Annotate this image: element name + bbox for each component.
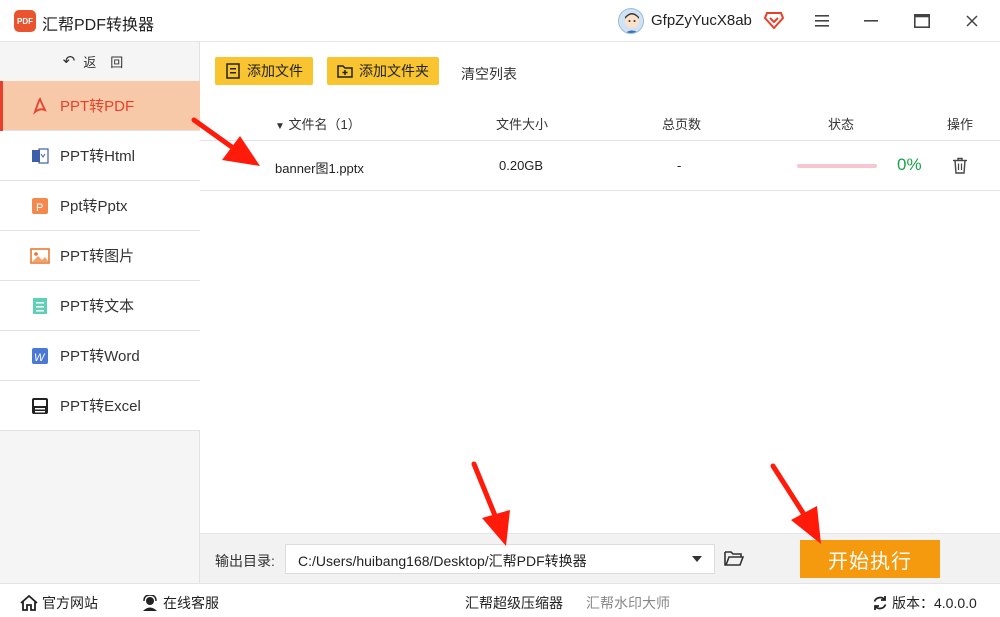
svg-text:P: P (36, 202, 43, 214)
sidebar-item-label: PPT转文本 (60, 298, 135, 315)
sidebar-item-label: Ppt转Pptx (60, 198, 128, 215)
sidebar-item-ppt-to-pptx[interactable]: P Ppt转Pptx (0, 181, 200, 231)
watermark-link[interactable]: 汇帮水印大师 (586, 593, 670, 613)
avatar[interactable] (618, 8, 644, 34)
sidebar-item-ppt-to-excel[interactable]: PPT转Excel (0, 381, 200, 431)
page-count-cell: - (677, 158, 682, 173)
output-bar: 输出目录: C:/Users/huibang168/Desktop/汇帮PDF转… (200, 533, 1000, 583)
sidebar-item-ppt-to-html[interactable]: PPT转Html (0, 131, 200, 181)
pdf-icon (30, 96, 50, 116)
maximize-button[interactable] (907, 6, 937, 36)
progress-bar (797, 164, 877, 168)
add-file-button[interactable]: 添加文件 (215, 57, 313, 85)
annotation-arrow-icon (770, 463, 821, 544)
close-button[interactable] (957, 6, 987, 36)
menu-button[interactable] (807, 6, 837, 36)
sort-caret-icon: ▼ (275, 121, 285, 132)
sidebar-item-label: PPT转Word (60, 348, 140, 365)
back-button[interactable]: ↶ 返回 (0, 42, 200, 80)
sidebar-item-label: PPT转图片 (60, 248, 135, 265)
column-header-action: 操作 (947, 117, 974, 132)
column-header-name[interactable]: ▼ 文件名（1） (275, 114, 361, 133)
app-title: 汇帮PDF转换器 (42, 17, 155, 34)
sidebar-item-ppt-to-word[interactable]: W PPT转Word (0, 331, 200, 381)
minimize-button[interactable] (856, 6, 886, 36)
refresh-icon (873, 596, 887, 610)
app-logo-icon: PDF (14, 10, 36, 32)
toolbar: 添加文件 添加文件夹 清空列表 (200, 42, 1000, 100)
footer: 官方网站 在线客服 汇帮超级压缩器 汇帮水印大师 版本：4.0.0.0 (0, 583, 1000, 617)
table-row[interactable]: banner图1.pptx 0.20GB - 0% (200, 141, 1000, 191)
column-header-status: 状态 (828, 117, 855, 132)
text-file-icon (30, 296, 50, 316)
annotation-arrow-icon (191, 117, 260, 166)
online-support-link[interactable]: 在线客服 (141, 593, 219, 613)
customer-service-icon (143, 595, 157, 611)
hamburger-icon (815, 15, 829, 27)
add-folder-icon (337, 65, 353, 78)
vip-diamond-icon[interactable] (764, 11, 784, 29)
file-size-cell: 0.20GB (499, 158, 544, 173)
version-info[interactable]: 版本：4.0.0.0 (872, 593, 977, 613)
back-arrow-icon: ↶ (62, 53, 76, 70)
chevron-down-icon (692, 556, 702, 562)
add-folder-label: 添加文件夹 (359, 63, 429, 79)
official-website-link[interactable]: 官方网站 (20, 593, 98, 613)
pptx-file-icon: P (30, 196, 50, 216)
sidebar: ↶ 返回 PPT转PDF PPT转Html P Ppt转Pptx PPT转图片 (0, 42, 200, 583)
add-folder-button[interactable]: 添加文件夹 (327, 57, 439, 85)
username[interactable]: GfpZyYucX8ab (651, 12, 752, 29)
output-directory-label: 输出目录: (215, 553, 275, 569)
title-bar: PDF 汇帮PDF转换器 GfpZyYucX8ab (0, 0, 1000, 42)
minimize-icon (864, 20, 878, 22)
avatar-face-icon (625, 13, 639, 33)
sidebar-item-label: PPT转Excel (60, 398, 141, 415)
file-table-header: ▼ 文件名（1） 文件大小 总页数 状态 操作 (200, 100, 1000, 141)
sidebar-item-label: PPT转PDF (60, 98, 135, 115)
output-directory-path: C:/Users/huibang168/Desktop/汇帮PDF转换器 (298, 553, 587, 569)
sidebar-item-ppt-to-pdf[interactable]: PPT转PDF (0, 81, 200, 131)
app-logo-text: PDF (17, 16, 33, 26)
close-icon (966, 15, 978, 27)
progress-text: 0% (897, 155, 922, 174)
nav-list: PPT转PDF PPT转Html P Ppt转Pptx PPT转图片 PPT转文… (0, 81, 200, 431)
back-label: 返回 (83, 54, 138, 70)
gif-file-icon (30, 396, 50, 416)
sidebar-item-ppt-to-image[interactable]: PPT转图片 (0, 231, 200, 281)
html-file-icon (30, 146, 50, 166)
sidebar-item-ppt-to-text[interactable]: PPT转文本 (0, 281, 200, 331)
svg-text:W: W (34, 352, 46, 364)
folder-open-icon[interactable] (724, 549, 744, 567)
file-name-cell: banner图1.pptx (275, 161, 364, 176)
maximize-icon (914, 14, 930, 28)
column-header-pages: 总页数 (662, 117, 702, 132)
image-icon (30, 246, 50, 266)
add-file-icon (226, 63, 240, 79)
clear-list-button[interactable]: 清空列表 (461, 64, 517, 84)
sidebar-item-label: PPT转Html (60, 148, 136, 165)
annotation-arrow-icon (471, 461, 510, 546)
compressor-link[interactable]: 汇帮超级压缩器 (465, 593, 563, 613)
column-header-size: 文件大小 (496, 117, 549, 132)
add-file-label: 添加文件 (247, 63, 303, 79)
word-file-icon: W (30, 346, 50, 366)
home-icon (20, 595, 38, 611)
trash-icon[interactable] (952, 157, 968, 174)
